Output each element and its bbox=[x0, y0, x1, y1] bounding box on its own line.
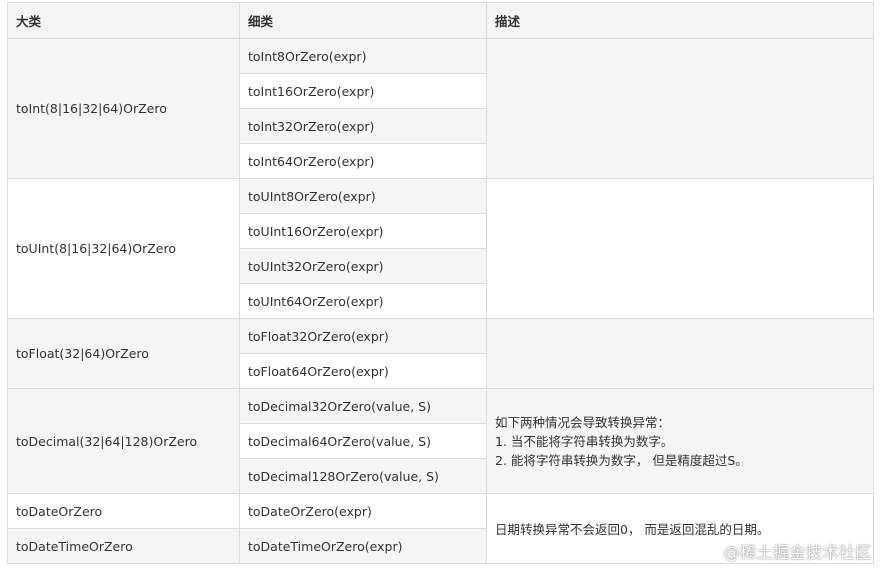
function-cell: toFloat64OrZero(expr) bbox=[239, 353, 487, 389]
table-row: toInt(8|16|32|64)OrZero toInt8OrZero(exp… bbox=[7, 38, 874, 179]
header-description: 描述 bbox=[486, 2, 874, 39]
table-row: toDecimal(32|64|128)OrZero toDecimal32Or… bbox=[7, 388, 874, 494]
function-cell: toDateOrZero(expr) bbox=[239, 493, 487, 529]
category-cell: toInt(8|16|32|64)OrZero bbox=[7, 38, 240, 179]
category-cell: toDateTimeOrZero bbox=[7, 528, 240, 564]
table-row: toDateOrZero toDateOrZero(expr) 日期转换异常不会… bbox=[7, 493, 874, 564]
description-cell bbox=[486, 178, 874, 319]
description-line: 如下两种情况会导致转换异常： bbox=[495, 414, 671, 430]
function-cell: toInt8OrZero(expr) bbox=[239, 38, 487, 74]
description-cell: 如下两种情况会导致转换异常： 1. 当不能将字符串转换为数字。 2. 能将字符串… bbox=[486, 388, 874, 494]
table-row: toFloat(32|64)OrZero toFloat32OrZero(exp… bbox=[7, 318, 874, 389]
function-cell: toDecimal128OrZero(value, S) bbox=[239, 458, 487, 494]
function-cell: toDecimal32OrZero(value, S) bbox=[239, 388, 487, 424]
category-cell: toDecimal(32|64|128)OrZero bbox=[7, 388, 240, 494]
category-cell: toFloat(32|64)OrZero bbox=[7, 318, 240, 389]
function-cell: toUInt8OrZero(expr) bbox=[239, 178, 487, 214]
table-row: toUInt(8|16|32|64)OrZero toUInt8OrZero(e… bbox=[7, 178, 874, 319]
description-line: 2. 能将字符串转换为数字， 但是精度超过S。 bbox=[495, 452, 748, 468]
function-cell: toDateTimeOrZero(expr) bbox=[239, 528, 487, 564]
category-cell: toDateOrZero bbox=[7, 493, 240, 529]
function-cell: toInt32OrZero(expr) bbox=[239, 108, 487, 144]
category-cell: toUInt(8|16|32|64)OrZero bbox=[7, 178, 240, 319]
function-cell: toFloat32OrZero(expr) bbox=[239, 318, 487, 354]
header-subcategory: 细类 bbox=[239, 2, 487, 39]
conversion-functions-table: 大类 细类 描述 toInt(8|16|32|64)OrZero toInt8O… bbox=[7, 2, 874, 564]
function-cell: toUInt16OrZero(expr) bbox=[239, 213, 487, 249]
description-cell bbox=[486, 38, 874, 179]
function-cell: toInt16OrZero(expr) bbox=[239, 73, 487, 109]
watermark: @稀土掘金技术社区 bbox=[723, 543, 872, 562]
function-cell: toInt64OrZero(expr) bbox=[239, 143, 487, 179]
description-line: 1. 当不能将字符串转换为数字。 bbox=[495, 433, 674, 449]
function-cell: toUInt64OrZero(expr) bbox=[239, 283, 487, 319]
description-cell bbox=[486, 318, 874, 389]
function-cell: toUInt32OrZero(expr) bbox=[239, 248, 487, 284]
function-cell: toDecimal64OrZero(value, S) bbox=[239, 423, 487, 459]
header-category: 大类 bbox=[7, 2, 240, 39]
header-row: 大类 细类 描述 bbox=[7, 2, 874, 39]
